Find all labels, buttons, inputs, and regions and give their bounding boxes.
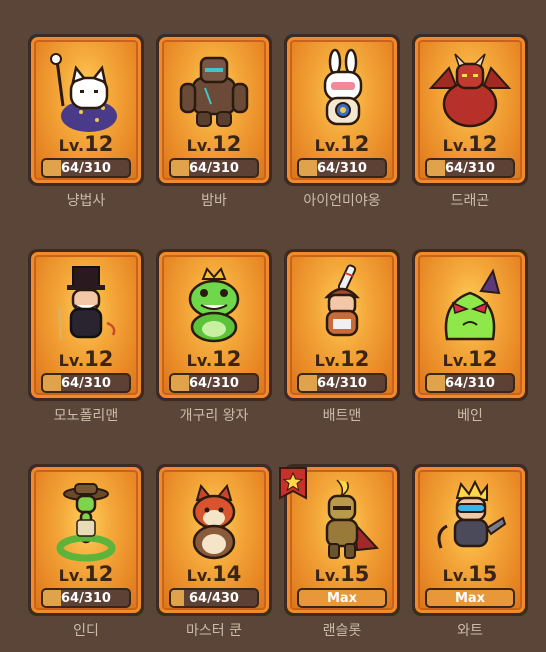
hero-card-cell[interactable]: Lv.12 64/310 모노폴리맨: [26, 249, 146, 425]
hero-card-cell[interactable]: Lv.12 64/310 베인: [410, 249, 530, 425]
frog-prince-icon: [188, 267, 240, 343]
hero-level: Lv.12: [58, 562, 114, 586]
hero-card[interactable]: Lv.15 Max: [412, 464, 528, 616]
progress-bar: 64/310: [41, 373, 131, 393]
hero-card-cell[interactable]: Lv.15 Max 랜슬롯: [279, 464, 402, 640]
hero-card[interactable]: Lv.12 64/310: [412, 249, 528, 401]
hero-level: Lv.15: [442, 562, 498, 586]
bunny-robot-icon: [323, 48, 363, 126]
progress-text: 64/310: [189, 375, 239, 391]
hero-card[interactable]: Lv.12 64/310: [28, 249, 144, 401]
progress-text: 64/310: [317, 160, 367, 176]
hero-card-cell[interactable]: Lv.12 64/310 냥법사: [26, 34, 146, 210]
progress-text: 64/430: [189, 590, 239, 606]
hero-card[interactable]: Lv.12 64/310: [156, 249, 272, 401]
progress-text: 64/310: [445, 375, 495, 391]
hero-name: 베인: [457, 408, 483, 424]
gold-knight-icon: [325, 479, 380, 559]
hero-level: Lv.12: [58, 132, 114, 156]
progress-bar: 64/310: [297, 158, 387, 178]
hero-card[interactable]: Lv.12 64/310: [156, 34, 272, 186]
hero-card-cell[interactable]: Lv.12 64/310 밤바: [154, 34, 274, 210]
hero-level: Lv.12: [186, 347, 242, 371]
hero-level: Lv.12: [442, 347, 498, 371]
progress-text: Max: [454, 590, 486, 606]
hero-card[interactable]: Lv.14 64/430: [156, 464, 272, 616]
hero-level: Lv.12: [314, 132, 370, 156]
hero-level: Lv.14: [186, 562, 242, 586]
progress-text: 64/310: [317, 375, 367, 391]
progress-bar: 64/310: [297, 373, 387, 393]
progress-text: 64/310: [61, 375, 111, 391]
hero-collection-grid: Lv.12 64/310 냥법사 Lv.12 64/310 밤바 Lv.12 6…: [0, 0, 546, 652]
hero-name: 개구리 왕자: [179, 408, 249, 424]
hero-card-cell[interactable]: Lv.15 Max 와트: [410, 464, 530, 640]
hero-card-cell[interactable]: Lv.12 64/310 드래곤: [410, 34, 530, 210]
hero-card-cell[interactable]: Lv.14 64/430 마스터 쿤: [154, 464, 274, 640]
hero-card[interactable]: Lv.12 64/310: [284, 34, 400, 186]
hero-level: Lv.12: [58, 347, 114, 371]
progress-text: 64/310: [61, 590, 111, 606]
hero-level: Lv.12: [186, 132, 242, 156]
progress-bar: 64/430: [169, 588, 259, 608]
snake-explorer-icon: [56, 483, 116, 562]
hero-level: Lv.12: [314, 347, 370, 371]
hero-name: 드래곤: [450, 193, 490, 209]
hero-card[interactable]: Lv.12 64/310: [28, 464, 144, 616]
top-hat-man-icon: [57, 266, 116, 340]
hero-name: 냥법사: [66, 193, 106, 209]
stone-golem-icon: [179, 56, 249, 127]
progress-bar: 64/310: [41, 158, 131, 178]
hero-card-cell[interactable]: Lv.12 64/310 아이언미야옹: [282, 34, 402, 210]
red-panda-icon: [192, 483, 236, 560]
progress-bar: Max: [297, 588, 387, 608]
progress-text: 64/310: [189, 160, 239, 176]
hero-card-cell[interactable]: Lv.12 64/310 개구리 왕자: [154, 249, 274, 425]
red-dragon-icon: [428, 53, 512, 128]
hero-card-cell[interactable]: Lv.12 64/310 인디: [26, 464, 146, 640]
green-slime-icon: [444, 268, 501, 341]
progress-bar: 64/310: [425, 158, 515, 178]
progress-bar: 64/310: [169, 158, 259, 178]
progress-bar: Max: [425, 588, 515, 608]
cat-wizard-icon: [50, 53, 117, 132]
hero-card[interactable]: Lv.12 64/310: [284, 249, 400, 401]
hero-name: 밤바: [201, 193, 227, 209]
progress-text: Max: [326, 590, 358, 606]
progress-bar: 64/310: [425, 373, 515, 393]
hero-name: 와트: [457, 623, 483, 639]
hero-name: 랜슬롯: [322, 623, 362, 639]
hero-name: 마스터 쿤: [186, 623, 242, 639]
progress-bar: 64/310: [41, 588, 131, 608]
hero-name: 인디: [73, 623, 99, 639]
hero-card[interactable]: Lv.12 64/310: [28, 34, 144, 186]
hero-name: 배트맨: [322, 408, 362, 424]
hero-level: Lv.12: [442, 132, 498, 156]
crowned-goggles-icon: [437, 479, 507, 549]
progress-text: 64/310: [445, 160, 495, 176]
bat-man-icon: [324, 264, 360, 337]
star-flag-icon: [279, 467, 307, 500]
progress-bar: 64/310: [169, 373, 259, 393]
hero-name: 모노폴리맨: [53, 408, 119, 424]
hero-card-cell[interactable]: Lv.12 64/310 배트맨: [282, 249, 402, 425]
progress-text: 64/310: [61, 160, 111, 176]
hero-card[interactable]: Lv.12 64/310: [412, 34, 528, 186]
hero-name: 아이언미야옹: [303, 193, 381, 209]
hero-level: Lv.15: [314, 562, 370, 586]
